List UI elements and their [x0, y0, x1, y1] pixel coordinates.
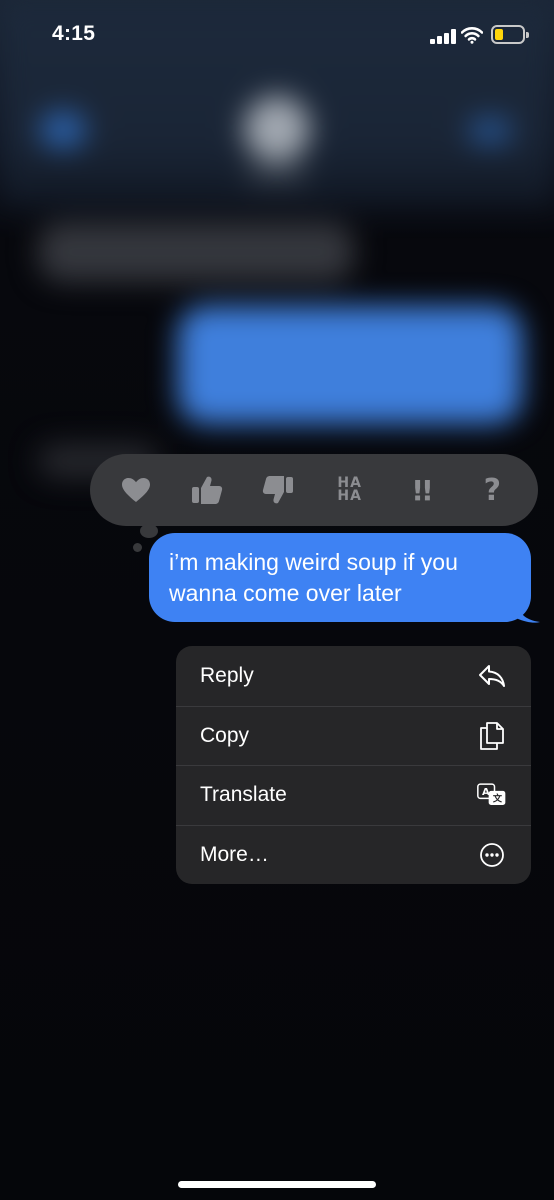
status-time: 4:15 — [52, 22, 96, 45]
blurred-video-button — [470, 118, 510, 144]
haha-tapback-button[interactable]: HA HA — [326, 466, 374, 514]
more-icon — [477, 840, 507, 870]
haha-icon: HA HA — [337, 475, 362, 504]
blurred-received-message — [38, 222, 354, 282]
copy-icon — [477, 721, 507, 751]
battery-icon — [491, 25, 529, 44]
thumbs-down-tapback-button[interactable] — [254, 466, 302, 514]
heart-tapback-button[interactable] — [112, 466, 160, 514]
exclamation-tapback-button[interactable]: !! — [397, 466, 445, 514]
blurred-avatar — [244, 96, 310, 162]
thumbs-up-tapback-button[interactable] — [183, 466, 231, 514]
blurred-contact-name — [246, 168, 308, 182]
tapback-bubble-tail — [140, 524, 158, 538]
heart-icon — [121, 478, 150, 502]
context-menu: Reply Copy Translate A 文 More… — [176, 646, 531, 884]
thumbs-up-icon — [191, 476, 223, 504]
battery-level — [495, 29, 503, 40]
question-icon: ? — [483, 472, 501, 508]
question-tapback-button[interactable]: ? — [468, 466, 516, 514]
exclamation-icon: !! — [411, 473, 433, 507]
bubble-tail — [516, 600, 540, 623]
message-text: i’m making weird soup if you wanna come … — [169, 549, 458, 606]
menu-item-label: Reply — [200, 663, 254, 687]
home-indicator[interactable] — [178, 1181, 376, 1188]
menu-item-reply[interactable]: Reply — [176, 646, 531, 706]
menu-item-label: Copy — [200, 723, 250, 747]
reply-icon — [477, 661, 507, 691]
status-bar: 4:15 — [0, 0, 554, 72]
menu-item-label: More… — [200, 842, 269, 866]
svg-text:文: 文 — [493, 793, 503, 805]
wifi-icon — [460, 26, 484, 44]
blurred-sent-message — [178, 306, 522, 424]
menu-item-translate[interactable]: Translate A 文 — [176, 765, 531, 825]
sent-message-bubble[interactable]: i’m making weird soup if you wanna come … — [149, 533, 531, 622]
menu-item-copy[interactable]: Copy — [176, 705, 531, 766]
cellular-signal-icon — [430, 29, 458, 44]
screen: 4:15 HA HA !! ? i’m making weird soup if… — [0, 0, 554, 1200]
blurred-back-button — [40, 112, 86, 148]
translate-icon: A 文 — [477, 780, 507, 810]
tapback-bar: HA HA !! ? — [90, 454, 538, 526]
menu-item-label: Translate — [200, 783, 287, 807]
menu-item-more[interactable]: More… — [176, 824, 531, 885]
thumbs-down-icon — [263, 476, 294, 504]
tapback-bubble-tail-dot — [133, 543, 142, 552]
